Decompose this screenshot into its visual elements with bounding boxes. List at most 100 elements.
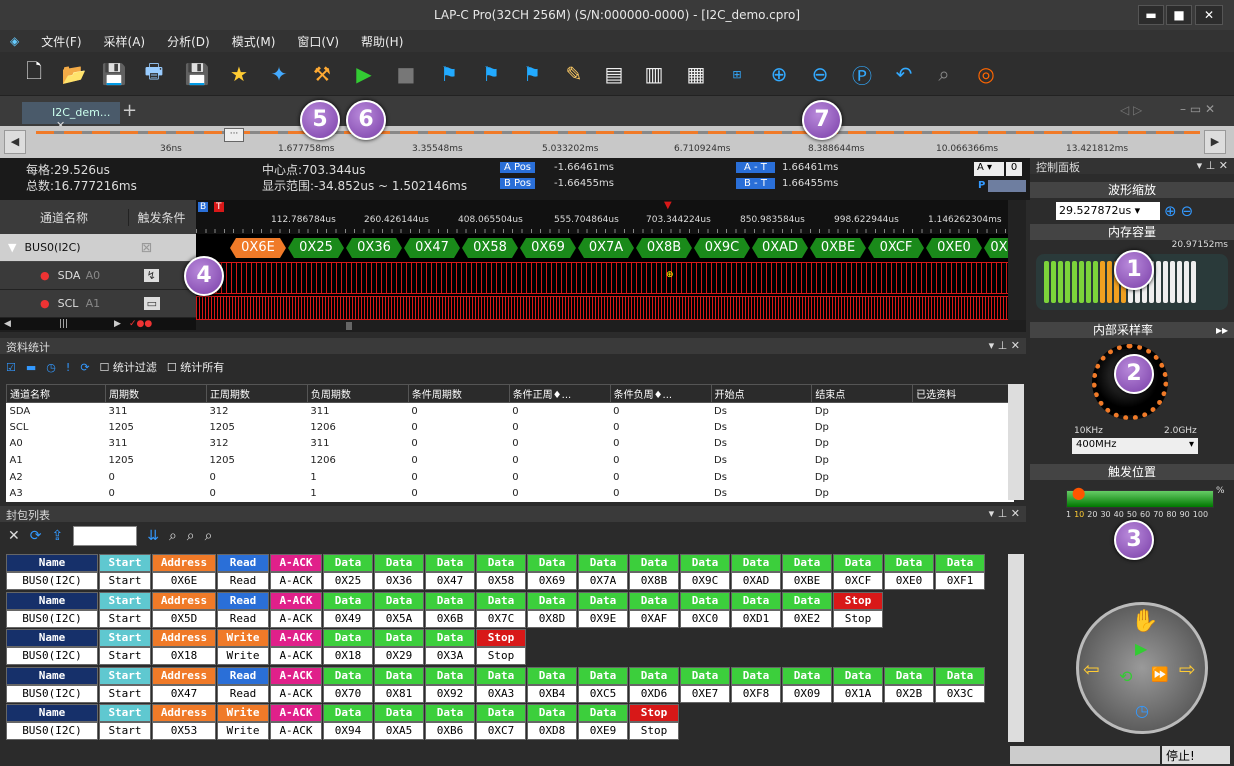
packet-field-value[interactable]: 0X25 [323, 572, 373, 590]
packet-field-value[interactable]: 0X70 [323, 684, 373, 703]
packet-field-value[interactable]: A-ACK [270, 684, 322, 703]
packet-field-header[interactable]: Data [425, 666, 475, 685]
packet-field-header[interactable]: Data [680, 554, 730, 572]
packet-field-value[interactable]: 0X94 [323, 722, 373, 740]
refresh-icon[interactable]: ⟳ [80, 361, 89, 374]
packet-field-value[interactable]: 0XAF [629, 609, 679, 628]
cursor-select-dropdown[interactable]: A ▾ [974, 162, 1004, 176]
packet-field-value[interactable]: 0XF8 [731, 684, 781, 703]
packet-field-header[interactable]: Data [374, 591, 424, 610]
packet-field-header[interactable]: Data [884, 666, 934, 685]
add-tab-button[interactable]: + [122, 100, 137, 121]
scroll-thumb-icon[interactable]: ||| [59, 319, 68, 329]
packet-field-value[interactable]: Stop [476, 647, 526, 665]
packet-field-header[interactable]: Name [6, 666, 98, 685]
packet-field-header[interactable]: Write [217, 629, 269, 647]
find-prev-icon[interactable]: ⌕ [187, 528, 195, 544]
packet-field-value[interactable]: 0X36 [374, 572, 424, 590]
scroll-right-icon[interactable]: ▶ [114, 319, 121, 329]
trigger-position-bar[interactable] [1066, 490, 1214, 508]
packet-field-header[interactable]: Data [323, 554, 373, 572]
packet-field-header[interactable]: Data [731, 591, 781, 610]
packet-field-value[interactable]: 0X53 [152, 722, 216, 740]
stats-column-header[interactable]: 条件正周♦... [508, 384, 611, 403]
packet-field-header[interactable]: Stop [833, 591, 883, 610]
packet-field-value[interactable]: 0X6E [152, 572, 216, 590]
wheel-fast-forward-icon[interactable]: ⏩ [1151, 667, 1168, 683]
binary-data-icon[interactable]: ⊞ [723, 60, 751, 88]
channel-row-scl[interactable]: ● SCL A1 ▭ [0, 290, 196, 318]
packet-field-value[interactable]: A-ACK [270, 722, 322, 740]
packet-field-header[interactable]: Data [935, 666, 985, 685]
packet-field-value[interactable]: Stop [629, 722, 679, 740]
sort-list-icon[interactable]: ⇊ [147, 528, 159, 544]
stats-all-checkbox[interactable]: ☐ 统计所有 [167, 359, 224, 375]
copy-icon[interactable]: ▥ [640, 60, 668, 88]
packet-list-scrollbar[interactable] [1008, 554, 1024, 742]
scroll-left-icon[interactable]: ◀ [4, 319, 11, 329]
stats-column-header[interactable]: 开始点 [710, 384, 813, 403]
packet-field-header[interactable]: Data [629, 591, 679, 610]
packet-field-value[interactable]: 0XF1 [935, 572, 985, 590]
decoded-packet[interactable]: 0X58 [462, 238, 518, 258]
packet-field-header[interactable]: Data [527, 554, 577, 572]
decoded-packet[interactable]: 0XCF [868, 238, 924, 258]
packet-field-header[interactable]: Address [152, 666, 216, 685]
settings-tools-icon[interactable]: ⚒ [308, 60, 336, 88]
packet-field-value[interactable]: BUS0(I2C) [6, 609, 98, 628]
decoded-packet[interactable]: 0X25 [288, 238, 344, 258]
packet-field-header[interactable]: Data [425, 554, 475, 572]
packet-field-value[interactable]: 0X18 [152, 647, 216, 665]
packet-field-header[interactable]: Data [629, 666, 679, 685]
packet-field-header[interactable]: Data [680, 666, 730, 685]
bar-select-icon[interactable]: ▬ [26, 361, 36, 374]
cursor-b-icon[interactable]: ⚑ [518, 60, 546, 88]
packet-field-value[interactable]: 0X18 [323, 647, 373, 665]
packet-field-value[interactable]: 0XD1 [731, 609, 781, 628]
packet-field-header[interactable]: Data [425, 591, 475, 610]
tab-i2c-demo[interactable]: I2C_dem... ✕ [22, 102, 120, 132]
packet-field-value[interactable]: 0X9E [578, 609, 628, 628]
a-t-label[interactable]: A - T [736, 162, 775, 173]
stats-column-header[interactable]: 正周期数 [205, 384, 308, 403]
upload-icon[interactable]: ⇪ [51, 528, 63, 544]
packet-field-header[interactable]: Read [217, 554, 269, 572]
packet-field-value[interactable]: 0XD6 [629, 684, 679, 703]
channel-row-sda[interactable]: ● SDA A0 ↯ [0, 262, 196, 290]
nav-left-icon[interactable]: ⇦ [1083, 657, 1100, 681]
packet-field-header[interactable]: Data [476, 704, 526, 722]
channel-row-bus0[interactable]: ▼ BUS0(I2C) ⊠ [0, 234, 196, 262]
packet-field-value[interactable]: 0X8D [527, 609, 577, 628]
packet-field-value[interactable]: Read [217, 572, 269, 590]
zoom-out-icon[interactable]: ⊖ [1181, 202, 1194, 220]
packet-field-value[interactable]: 0XA5 [374, 722, 424, 740]
search-disabled-icon[interactable]: ⌕ [930, 60, 958, 88]
b-t-label[interactable]: B - T [736, 178, 775, 189]
overview-view-handle[interactable]: ··· [224, 128, 244, 142]
trigger-disabled-icon[interactable]: ⊠ [140, 240, 152, 256]
packet-field-value[interactable]: 0X5A [374, 609, 424, 628]
panel-controls-icon[interactable]: ▾ ⊥ ✕ [989, 507, 1020, 520]
decoded-packet[interactable]: 0X9C [694, 238, 750, 258]
packet-field-header[interactable]: Data [578, 554, 628, 572]
stats-column-header[interactable]: 负周期数 [306, 384, 409, 403]
packet-field-value[interactable]: 0X8B [629, 572, 679, 590]
table-row[interactable]: A0 311 312 311 0 0 0 Ds Dp [7, 436, 1014, 453]
table-row[interactable]: A1 1205 1205 1206 0 0 0 Ds Dp [7, 452, 1014, 469]
packet-field-value[interactable]: 0XE9 [578, 722, 628, 740]
packet-field-value[interactable]: 0X47 [152, 684, 216, 703]
packet-field-header[interactable]: Read [217, 666, 269, 685]
packet-field-header[interactable]: Data [731, 554, 781, 572]
help-lifebuoy-icon[interactable]: ◎ [972, 60, 1000, 88]
stats-column-header[interactable]: 条件周期数 [407, 384, 510, 403]
packet-field-value[interactable]: 0X3A [425, 647, 475, 665]
packet-field-header[interactable]: A-ACK [270, 666, 322, 685]
filter-checkbox[interactable]: ☐ 统计过滤 [100, 359, 157, 375]
find-next-icon[interactable]: ⌕ [205, 528, 213, 544]
packet-field-value[interactable]: Write [217, 647, 269, 665]
packet-field-header[interactable]: Start [99, 591, 151, 610]
packet-field-value[interactable]: 0X2B [884, 684, 934, 703]
packet-field-value[interactable]: Start [99, 722, 151, 740]
expand-arrows-icon[interactable]: ▸▸ [1216, 322, 1234, 338]
packet-field-header[interactable]: Data [323, 666, 373, 685]
